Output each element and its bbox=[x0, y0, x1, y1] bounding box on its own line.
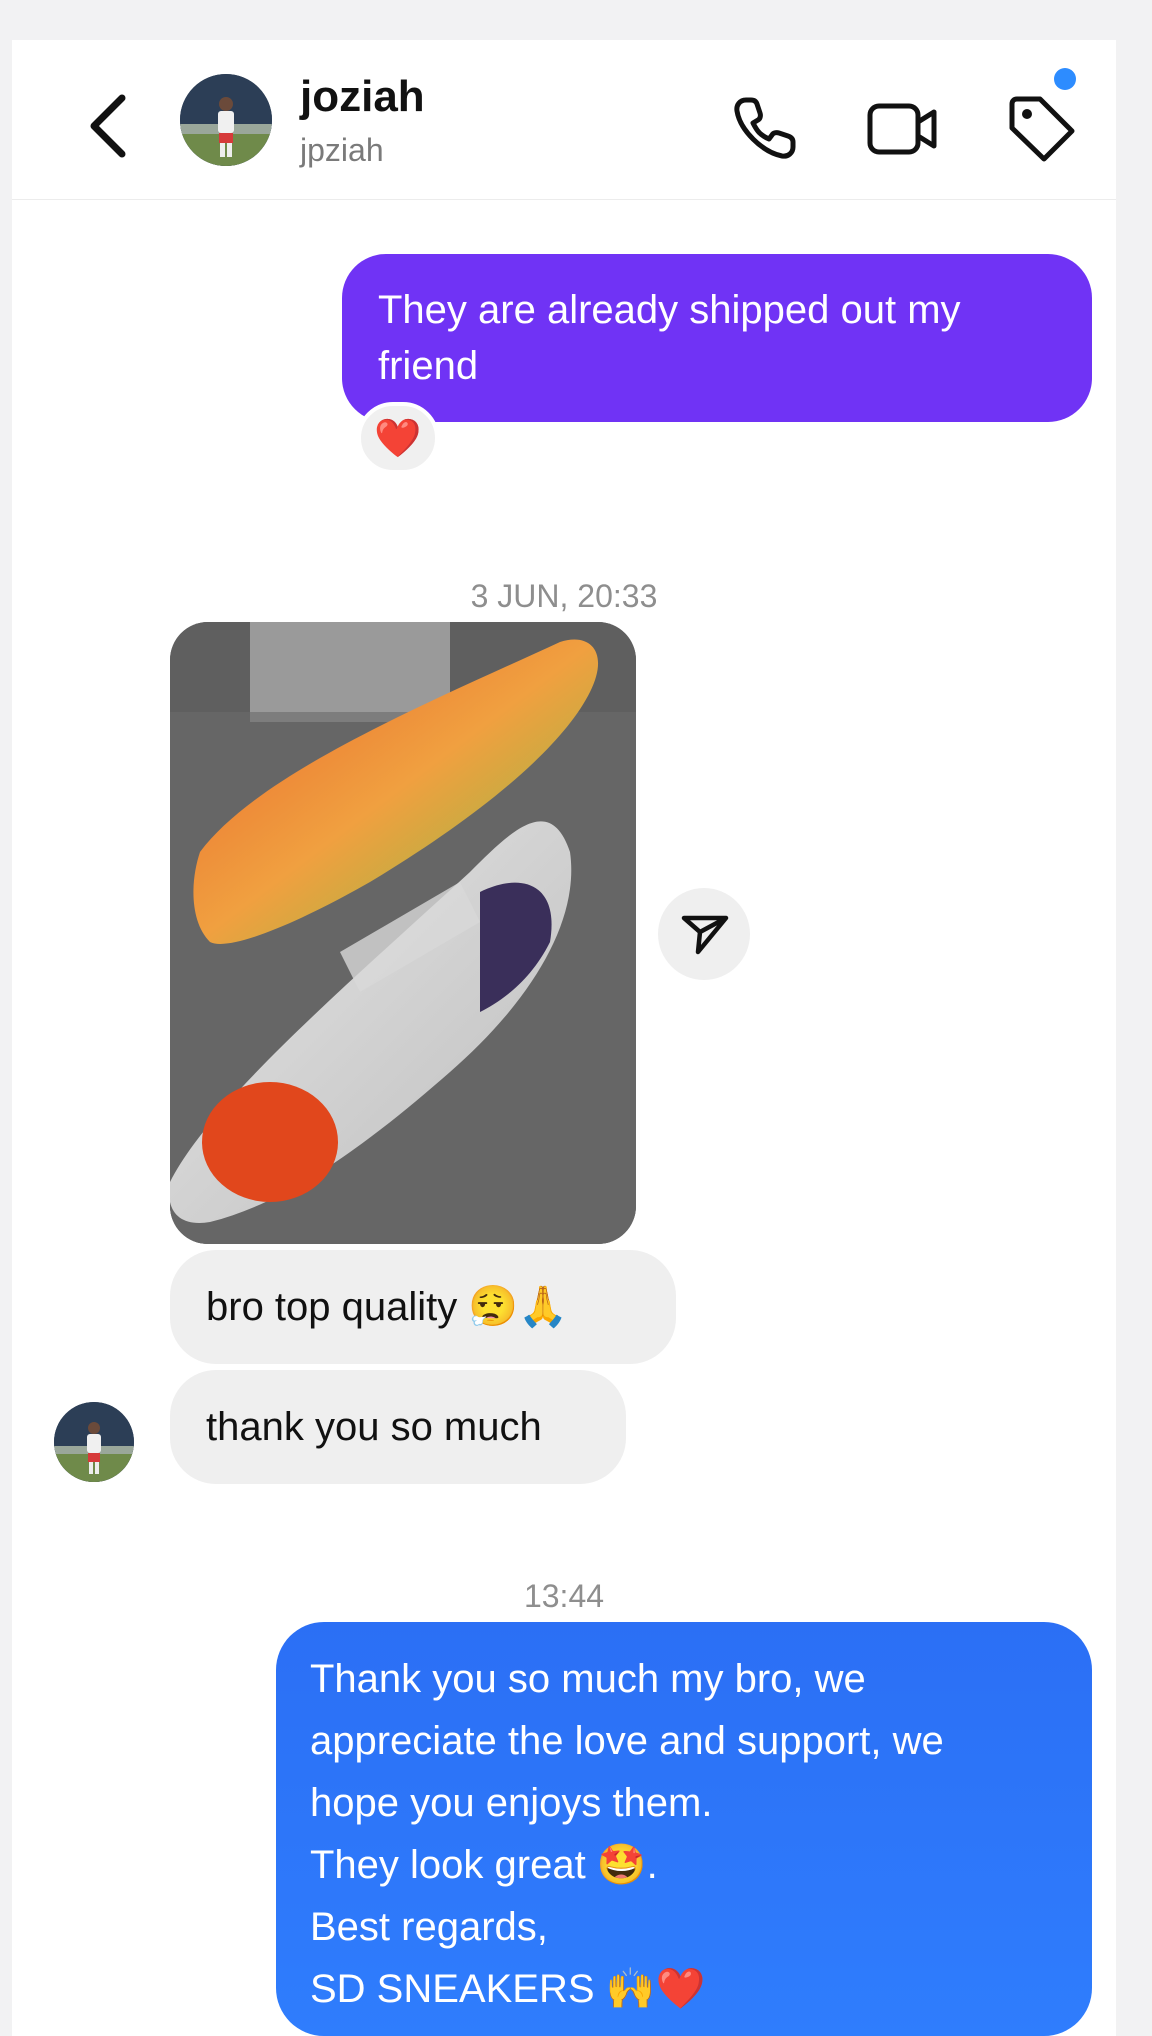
message-line: They look great 🤩. bbox=[310, 1843, 658, 1887]
contact-name[interactable]: joziah bbox=[300, 72, 425, 122]
chat-screen: joziah jpziah They are already shipped o… bbox=[12, 40, 1116, 2036]
contact-username: jpziah bbox=[300, 132, 384, 168]
message-line: appreciate the love and support, we bbox=[310, 1719, 944, 1763]
avatar[interactable] bbox=[180, 74, 272, 166]
notification-dot bbox=[1054, 68, 1076, 90]
cut-off-timestamp bbox=[12, 202, 1116, 224]
outgoing-message[interactable]: They are already shipped out my friend bbox=[342, 254, 1092, 422]
heart-reaction[interactable]: ❤️ bbox=[357, 402, 439, 474]
back-icon[interactable] bbox=[80, 90, 140, 162]
tag-icon[interactable] bbox=[1002, 90, 1080, 168]
incoming-message[interactable]: thank you so much bbox=[170, 1370, 626, 1484]
video-icon[interactable] bbox=[864, 90, 942, 168]
incoming-message[interactable]: bro top quality 😮‍💨🙏 bbox=[170, 1250, 676, 1364]
message-line: Best regards, bbox=[310, 1905, 548, 1949]
phone-icon[interactable] bbox=[726, 90, 804, 168]
message-line: Thank you so much my bro, we bbox=[310, 1657, 866, 1701]
message-line: SD SNEAKERS 🙌❤️ bbox=[310, 1967, 706, 2011]
sender-avatar[interactable] bbox=[54, 1402, 134, 1482]
timestamp: 3 JUN, 20:33 bbox=[470, 578, 658, 614]
chat-header: joziah jpziah bbox=[12, 40, 1116, 200]
outgoing-message[interactable]: Thank you so much my bro, we appreciate … bbox=[276, 1622, 1092, 2036]
share-icon[interactable] bbox=[658, 888, 750, 980]
message-line: hope you enjoys them. bbox=[310, 1781, 713, 1825]
shoe-photo[interactable] bbox=[170, 622, 636, 1244]
timestamp: 13:44 bbox=[523, 1578, 605, 1614]
